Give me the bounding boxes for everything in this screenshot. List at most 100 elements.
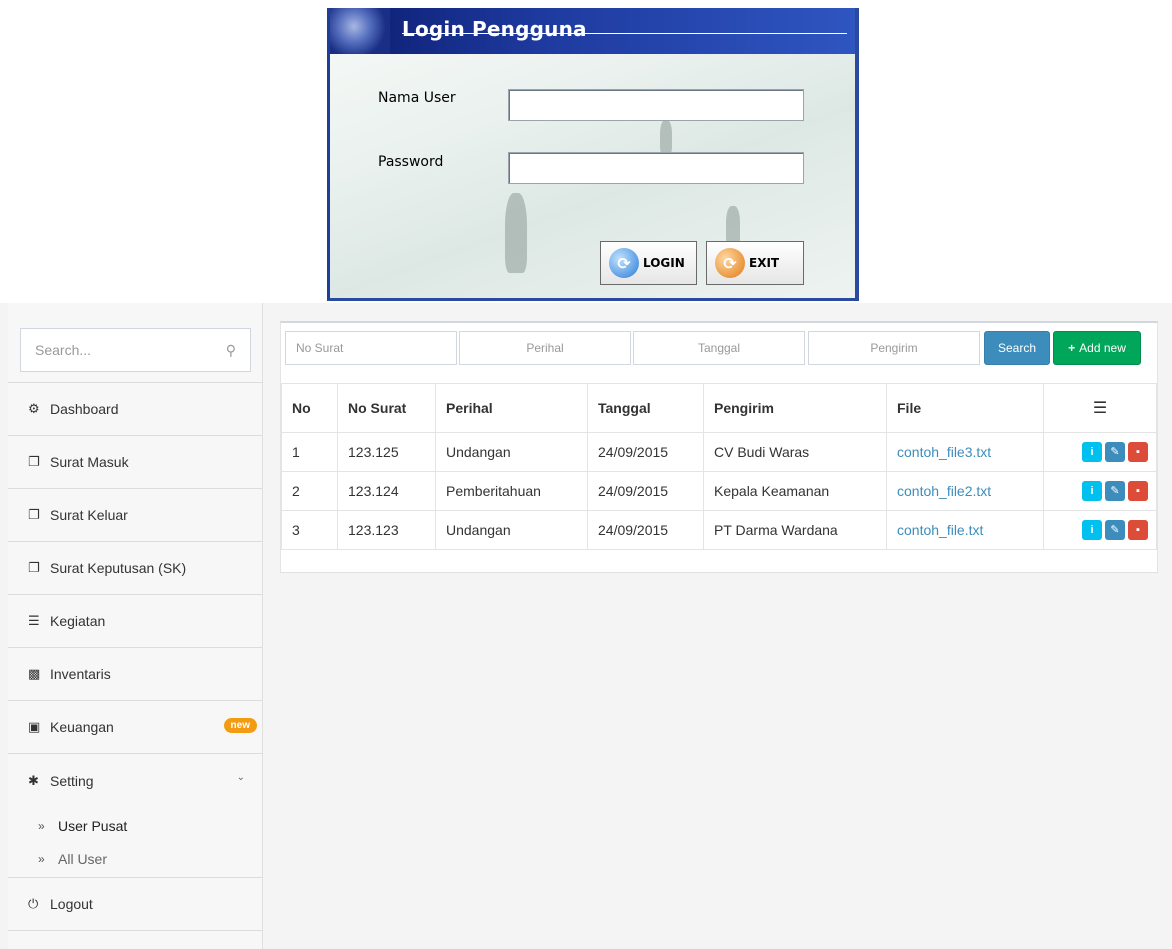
col-header-perihal: Perihal — [435, 383, 588, 433]
person-silhouette — [505, 193, 527, 273]
info-icon[interactable]: i — [1082, 481, 1102, 502]
cell-no: 1 — [281, 432, 338, 472]
sidebar-item-label: Dashboard — [50, 401, 119, 417]
table-row: 3 123.123 Undangan 24/09/2015 PT Darma W… — [281, 510, 1157, 550]
cell-pengirim: PT Darma Wardana — [703, 510, 887, 550]
pencil-icon[interactable]: ✎ — [1105, 480, 1125, 501]
cell-no-surat: 123.124 — [337, 471, 436, 511]
col-header-actions[interactable]: ☰ — [1043, 383, 1157, 433]
sidebar-item-surat-masuk[interactable]: ❐ Surat Masuk — [8, 436, 263, 489]
login-button[interactable]: ⟳ LOGIN — [600, 241, 697, 285]
cell-actions: i ✎ ▪ — [1043, 510, 1157, 550]
trash-icon[interactable]: ▪ — [1128, 442, 1148, 463]
table-row: 1 123.125 Undangan 24/09/2015 CV Budi Wa… — [281, 432, 1157, 472]
filter-perihal[interactable]: Perihal — [459, 331, 631, 365]
info-icon[interactable]: i — [1082, 520, 1102, 541]
search-icon[interactable]: ⚲ — [226, 342, 236, 359]
cell-file: contoh_file.txt — [886, 510, 1044, 550]
password-label: Password — [378, 154, 444, 170]
sidebar-item-surat-keluar[interactable]: ❐ Surat Keluar — [8, 489, 263, 542]
file-link[interactable]: contoh_file3.txt — [897, 444, 991, 460]
filter-tanggal[interactable]: Tanggal — [633, 331, 805, 365]
cell-perihal: Undangan — [435, 432, 588, 472]
cell-perihal: Undangan — [435, 510, 588, 550]
money-icon: ▣ — [28, 719, 41, 734]
sidebar-item-label: Surat Masuk — [50, 454, 129, 470]
login-window: Login Pengguna Nama User Password ⟳ LOGI… — [327, 8, 859, 301]
cell-tanggal: 24/09/2015 — [587, 432, 704, 472]
info-icon[interactable]: i — [1082, 442, 1102, 463]
double-chevron-icon: » — [38, 852, 45, 866]
copy-icon: ❐ — [28, 454, 40, 469]
sidebar-item-inventaris[interactable]: ▩ Inventaris — [8, 648, 263, 701]
col-header-tanggal: Tanggal — [587, 383, 704, 433]
cell-actions: i ✎ ▪ — [1043, 432, 1157, 472]
copy-icon: ❐ — [28, 560, 40, 575]
refresh-icon: ⟳ — [609, 248, 639, 278]
cell-pengirim: Kepala Keamanan — [703, 471, 887, 511]
sidebar-item-keuangan[interactable]: ▣ Keuangan new — [8, 701, 263, 754]
new-badge: new — [223, 718, 257, 733]
cell-no: 3 — [281, 510, 338, 550]
surat-table: No No Surat Perihal Tanggal Pengirim Fil… — [281, 383, 1157, 550]
username-label: Nama User — [378, 90, 456, 106]
search-button[interactable]: Search — [984, 331, 1050, 365]
cell-tanggal: 24/09/2015 — [587, 471, 704, 511]
dashboard-icon: ⚙ — [28, 401, 40, 416]
folder-open-icon: ▩ — [28, 666, 41, 681]
list-icon: ☰ — [28, 613, 40, 628]
cell-tanggal: 24/09/2015 — [587, 510, 704, 550]
sidebar-search[interactable]: Search... ⚲ — [20, 328, 251, 372]
file-link[interactable]: contoh_file2.txt — [897, 483, 991, 499]
power-icon: ⏻ — [28, 896, 39, 911]
cell-no-surat: 123.125 — [337, 432, 436, 472]
exit-button[interactable]: ⟳ EXIT — [706, 241, 804, 285]
gear-icon: ✱ — [28, 772, 39, 788]
col-header-no-surat: No Surat — [337, 383, 436, 433]
cell-actions: i ✎ ▪ — [1043, 471, 1157, 511]
col-header-file: File — [886, 383, 1044, 433]
sidebar-subitem-all-user[interactable]: » All User — [8, 844, 263, 874]
double-chevron-icon: » — [38, 819, 45, 833]
sidebar-item-surat-keputusan[interactable]: ❐ Surat Keputusan (SK) — [8, 542, 263, 595]
sidebar: Search... ⚲ ⚙ Dashboard ❐ Surat Masuk ❐ … — [8, 303, 263, 949]
refresh-icon: ⟳ — [715, 248, 745, 278]
search-input[interactable]: Search... — [35, 342, 91, 358]
sidebar-item-dashboard[interactable]: ⚙ Dashboard — [8, 383, 263, 436]
copy-icon: ❐ — [28, 507, 40, 522]
sidebar-item-kegiatan[interactable]: ☰ Kegiatan — [8, 595, 263, 648]
trash-icon[interactable]: ▪ — [1128, 520, 1148, 541]
cell-pengirim: CV Budi Waras — [703, 432, 887, 472]
sidebar-item-label: Kegiatan — [50, 613, 106, 629]
cell-file: contoh_file3.txt — [886, 432, 1044, 472]
trash-icon[interactable]: ▪ — [1128, 481, 1148, 502]
chevron-down-icon: ⌄ — [236, 772, 245, 783]
cell-file: contoh_file2.txt — [886, 471, 1044, 511]
password-input[interactable] — [508, 152, 804, 184]
file-link[interactable]: contoh_file.txt — [897, 522, 983, 538]
filter-pengirim[interactable]: Pengirim — [808, 331, 980, 365]
sidebar-item-label: Inventaris — [50, 666, 111, 682]
cell-no-surat: 123.123 — [337, 510, 436, 550]
menu-icon[interactable]: ☰ — [1093, 400, 1107, 417]
username-input[interactable] — [508, 89, 804, 121]
table-header-row: No No Surat Perihal Tanggal Pengirim Fil… — [281, 383, 1157, 433]
sidebar-subitem-user-pusat[interactable]: » User Pusat — [8, 811, 263, 841]
pencil-icon[interactable]: ✎ — [1105, 519, 1125, 540]
exit-button-label: EXIT — [749, 256, 780, 270]
person-silhouette — [660, 120, 672, 154]
login-button-label: LOGIN — [643, 256, 685, 270]
sidebar-item-label: Surat Keputusan (SK) — [50, 560, 187, 576]
add-new-button[interactable]: + Add new — [1053, 331, 1141, 365]
pencil-icon[interactable]: ✎ — [1105, 441, 1125, 462]
sidebar-item-setting[interactable]: ✱ Setting ⌄ — [8, 754, 263, 807]
table-row: 2 123.124 Pemberitahuan 24/09/2015 Kepal… — [281, 471, 1157, 511]
admin-panel: Search... ⚲ ⚙ Dashboard ❐ Surat Masuk ❐ … — [0, 303, 1172, 949]
person-silhouette — [726, 206, 740, 246]
sidebar-item-logout[interactable]: ⏻ Logout — [8, 878, 263, 931]
filter-no-surat[interactable]: No Surat — [285, 331, 457, 365]
login-titlebar: Login Pengguna — [330, 8, 855, 54]
plus-icon: + — [1068, 341, 1076, 355]
col-header-no: No — [281, 383, 338, 433]
sidebar-item-label: Logout — [50, 896, 93, 912]
